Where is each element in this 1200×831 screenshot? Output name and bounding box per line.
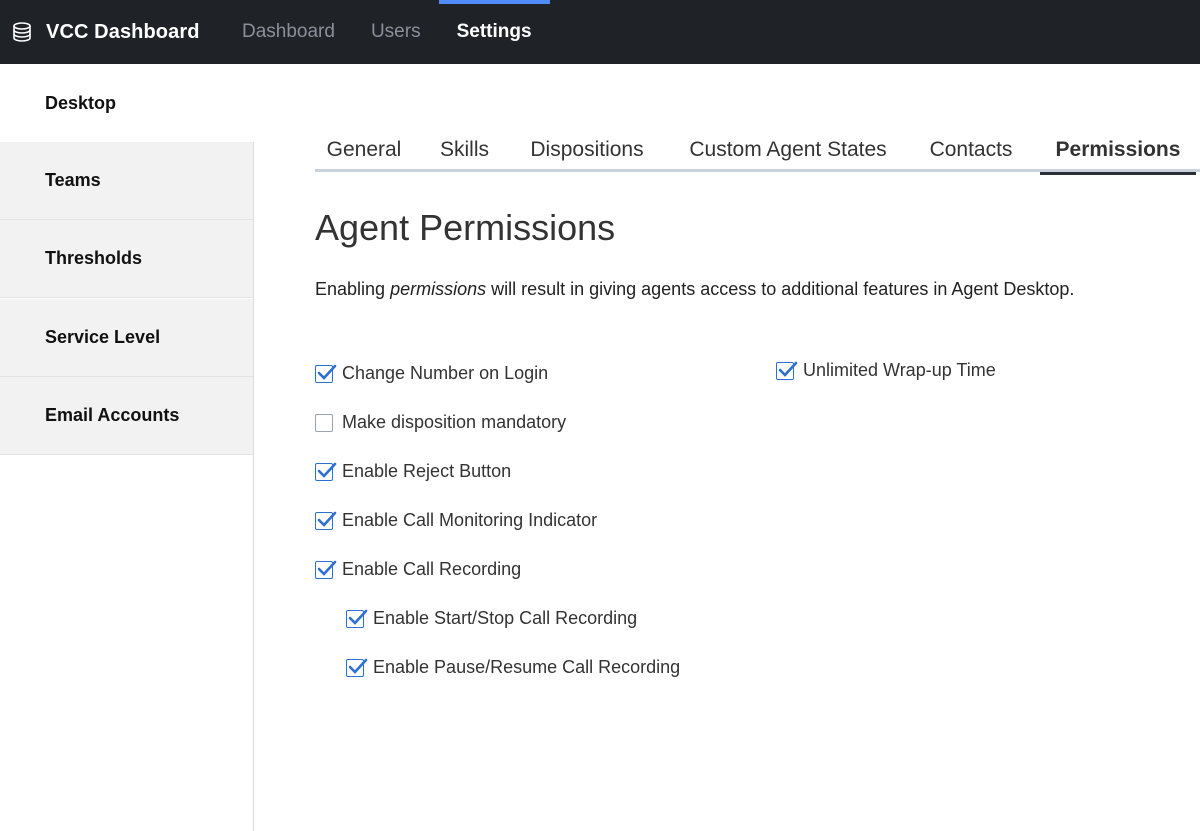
permission-enable-reject-button[interactable]: Enable Reject Button [315,461,511,482]
sidebar-item-email-accounts[interactable]: Email Accounts [0,377,253,455]
desc-text-after: will result in giving agents access to a… [486,279,1075,299]
database-icon [10,20,34,44]
checkbox-checked-icon[interactable] [776,361,798,380]
permission-label: Make disposition mandatory [342,412,567,432]
permission-enable-call-monitoring-indicator[interactable]: Enable Call Monitoring Indicator [315,510,597,531]
page-title: Agent Permissions [315,207,616,248]
tab-contacts[interactable]: Contacts [917,128,1025,172]
checkbox-checked-icon[interactable] [315,462,337,481]
permissions-description: Enabling permissions will result in givi… [315,279,1074,300]
checkbox-checked-icon[interactable] [346,609,368,628]
checkbox-checked-icon[interactable] [315,364,337,383]
desc-text-before: Enabling [315,279,391,299]
main-nav: Dashboard Users Settings [224,0,550,64]
permission-change-number-on-login[interactable]: Change Number on Login [315,363,548,384]
sidebar-item-teams[interactable]: Teams [0,142,253,220]
checkbox-unchecked-icon[interactable] [315,413,333,432]
permission-enable-start-stop-call-recording[interactable]: Enable Start/Stop Call Recording [346,608,637,629]
desc-emphasis: permissions [390,279,487,299]
permission-label: Enable Call Recording [342,559,522,579]
permission-label: Enable Call Monitoring Indicator [342,510,598,530]
app-title: VCC Dashboard [46,20,200,43]
permission-make-disposition-mandatory[interactable]: Make disposition mandatory [315,412,566,433]
settings-tabs: General Skills Dispositions Custom Agent… [315,128,1200,175]
permission-label: Unlimited Wrap-up Time [803,360,996,380]
permission-enable-pause-resume-call-recording[interactable]: Enable Pause/Resume Call Recording [346,657,680,678]
sidebar-item-thresholds[interactable]: Thresholds [0,220,253,298]
nav-settings[interactable]: Settings [438,0,550,64]
sidebar-item-desktop[interactable]: Desktop [0,64,254,142]
checkbox-checked-icon[interactable] [315,511,337,530]
settings-sidebar: Desktop Teams Thresholds Service Level E… [0,64,254,831]
permission-label: Enable Pause/Resume Call Recording [373,657,681,677]
permission-label: Enable Start/Stop Call Recording [373,608,638,628]
tab-general[interactable]: General [315,128,413,172]
checkbox-checked-icon[interactable] [315,560,337,579]
tab-dispositions[interactable]: Dispositions [517,128,657,172]
tab-custom-agent-states[interactable]: Custom Agent States [675,128,901,172]
nav-dashboard[interactable]: Dashboard [224,0,353,64]
tab-permissions[interactable]: Permissions [1040,128,1196,175]
permission-unlimited-wrap-up-time[interactable]: Unlimited Wrap-up Time [776,360,996,381]
permission-label: Enable Reject Button [342,461,512,481]
permission-label: Change Number on Login [342,363,549,383]
nav-users[interactable]: Users [353,0,439,64]
brand[interactable]: VCC Dashboard [10,0,200,64]
top-navbar: VCC Dashboard Dashboard Users Settings [0,0,1200,64]
sidebar-item-service-level[interactable]: Service Level [0,299,253,377]
permission-enable-call-recording[interactable]: Enable Call Recording [315,559,521,580]
tab-skills[interactable]: Skills [427,128,502,172]
checkbox-checked-icon[interactable] [346,658,368,677]
